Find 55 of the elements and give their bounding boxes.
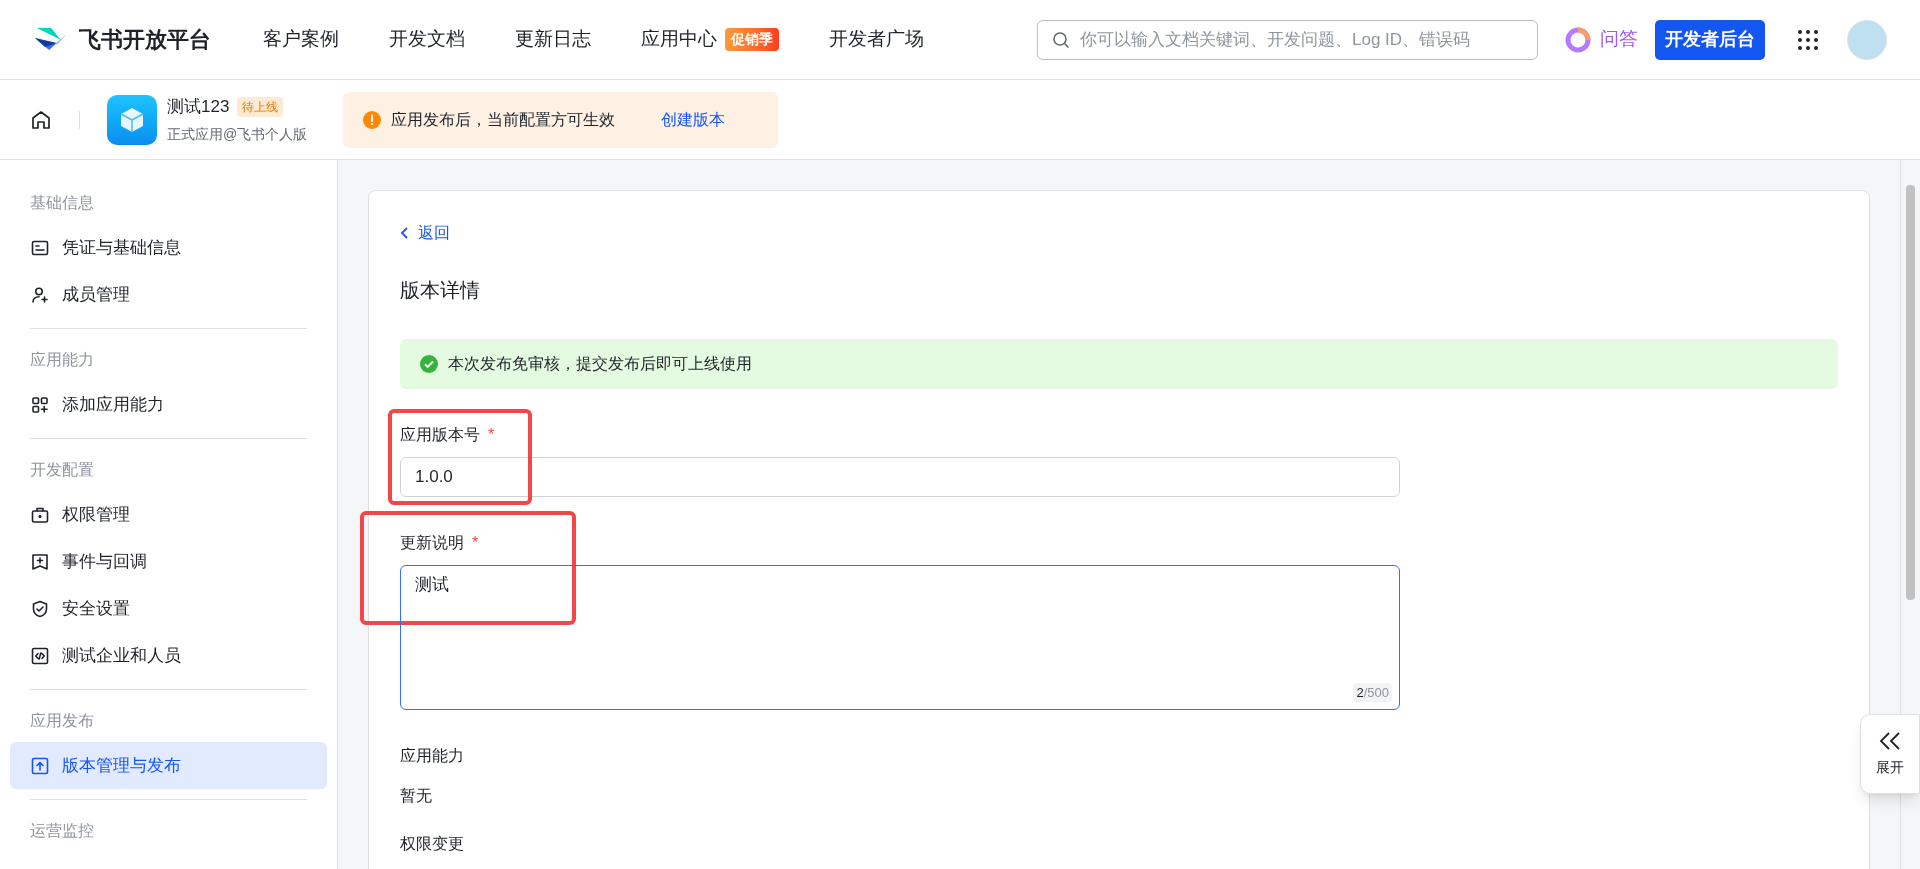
ring-logo-icon [1564,25,1592,54]
warning-icon [363,110,382,129]
sidebar-item[interactable]: 凭证与基础信息 [10,224,327,271]
nav-link[interactable]: 开发文档 [389,25,465,54]
section-title: 权限变更 [400,834,465,854]
nav-link[interactable]: 客户案例 [263,25,339,54]
field-label: 更新说明 [400,533,464,553]
search-field[interactable]: 你可以输入文档关键词、开发问题、Log ID、错误码 [1037,19,1538,60]
upload-icon [30,755,50,776]
nav-link[interactable]: 应用中心 [641,25,717,54]
version-input[interactable]: 1.0.0 [400,457,1400,497]
success-text: 本次发布免审核，提交发布后即可上线使用 [448,354,752,374]
sidebar-item[interactable]: 版本管理与发布 [10,742,327,789]
required-mark: * [472,533,479,553]
sidebar-item[interactable]: 权限管理 [10,491,327,538]
apps-grid-icon [30,394,50,415]
shield-icon [30,598,50,619]
chevron-left-icon [400,226,410,240]
logo-text[interactable]: 飞书开放平台 [79,23,211,56]
sidebar-item[interactable]: 安全设置 [10,585,327,632]
section-title: 应用能力 [400,746,465,766]
promo-badge: 促销季 [725,28,779,51]
qa-link[interactable]: 问答 [1600,25,1638,54]
section-heading: 开发配置 [29,460,95,480]
section-heading: 运营监控 [29,821,95,841]
page-title: 版本详情 [400,278,481,303]
app-subtitle: 正式应用@飞书个人版 [167,124,308,144]
code-icon [30,645,50,666]
double-chevron-left-icon [1879,730,1901,751]
app-icon [107,94,157,145]
sidebar-item[interactable]: 事件与回调 [10,538,327,585]
sidebar-item[interactable]: 成员管理 [10,271,327,318]
create-version-link[interactable]: 创建版本 [661,107,726,132]
required-mark: * [488,425,495,445]
section-heading: 应用能力 [29,350,95,370]
sidebar-item[interactable]: 添加应用能力 [10,381,327,428]
status-badge: 待上线 [237,97,284,117]
section-heading: 基础信息 [29,193,95,213]
section-heading: 应用发布 [29,711,95,731]
apps-menu-icon[interactable] [1797,28,1819,51]
console-button[interactable]: 开发者后台 [1655,19,1765,60]
check-circle-icon [420,355,438,373]
char-counter: 2/500 [1353,682,1392,702]
back-link[interactable]: 返回 [400,221,450,245]
nav-link[interactable]: 更新日志 [515,25,591,54]
expand-button[interactable]: 展开 [1860,714,1920,794]
nav-link[interactable]: 开发者广场 [829,25,924,54]
sidebar-item[interactable]: 测试企业和人员 [10,632,327,679]
field-label: 应用版本号 [400,425,480,445]
search-icon [1052,30,1070,49]
app-name: 测试123 [167,96,230,119]
notice-text: 应用发布后，当前配置方可生效 [391,109,616,130]
add-event-icon [30,551,50,572]
home-icon[interactable] [30,108,52,131]
section-value: 暂无 [400,786,433,806]
